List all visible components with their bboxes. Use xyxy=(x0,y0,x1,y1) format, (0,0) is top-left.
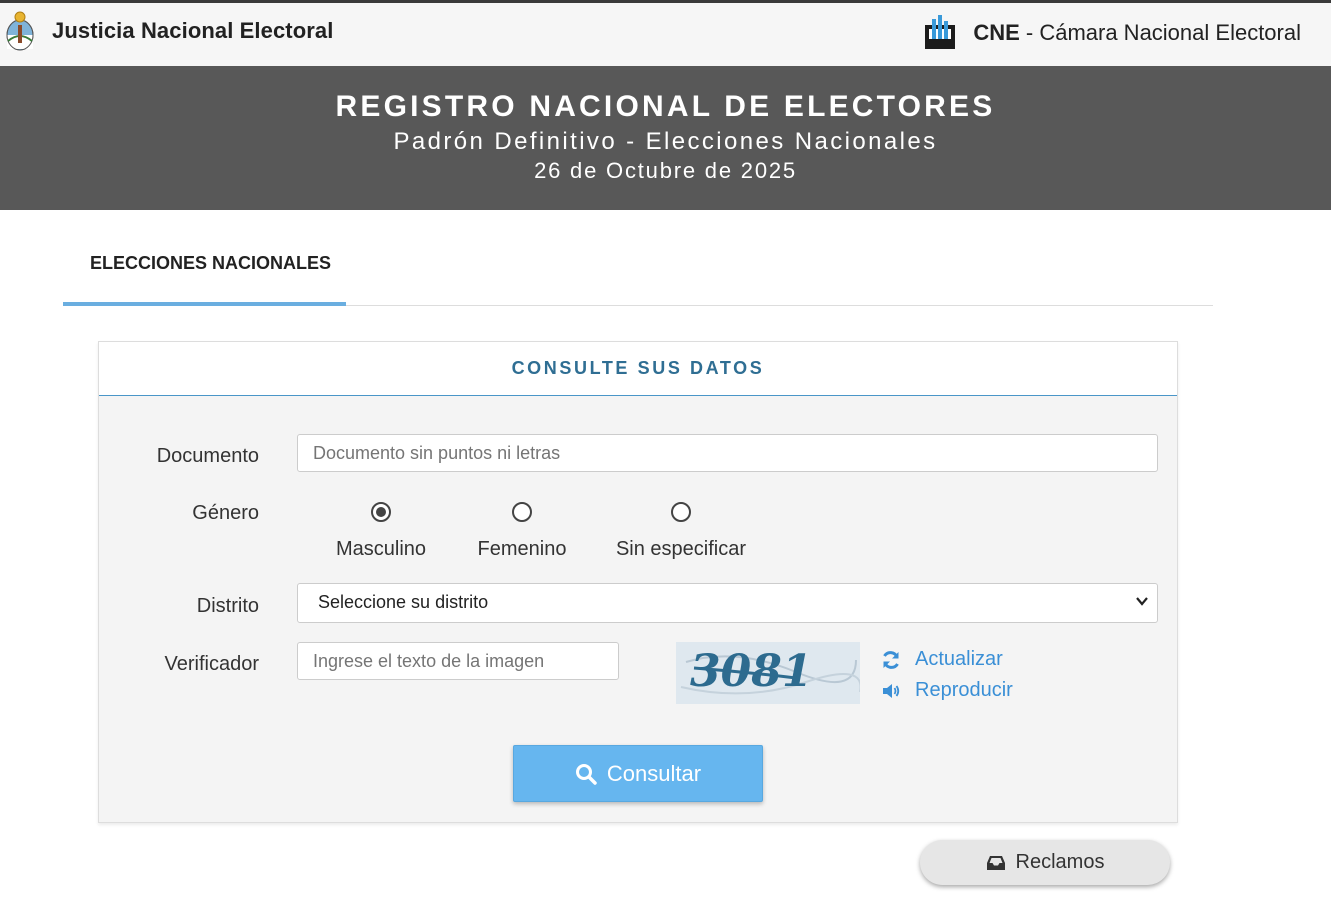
cne-brand[interactable]: CNE - Cámara Nacional Electoral xyxy=(923,15,1301,51)
chevron-down-icon xyxy=(1136,597,1148,606)
radio-label-femenino: Femenino xyxy=(477,538,567,560)
form-heading: CONSULTE SUS DATOS xyxy=(511,358,765,378)
tab-bar: ELECCIONES NACIONALES xyxy=(63,228,1213,306)
radio-label-masculino: Masculino xyxy=(335,538,427,560)
radio-sin-especificar[interactable] xyxy=(671,502,691,522)
reclamos-label: Reclamos xyxy=(1015,851,1105,873)
cne-acronym: CNE xyxy=(973,20,1020,45)
captcha-actions: Actualizar Reproducir xyxy=(881,648,1013,710)
radio-femenino[interactable] xyxy=(512,502,532,522)
banner-subtitle: Padrón Definitivo - Elecciones Nacionale… xyxy=(393,128,938,155)
tab-elecciones-nacionales[interactable]: ELECCIONES NACIONALES xyxy=(63,228,346,306)
banner-date: 26 de Octubre de 2025 xyxy=(534,158,797,183)
inbox-icon xyxy=(986,855,1005,870)
argentina-seal-icon xyxy=(6,11,34,51)
genero-option-femenino[interactable]: Femenino xyxy=(442,502,602,561)
documento-input[interactable] xyxy=(297,434,1158,472)
distrito-select[interactable]: Seleccione su distrito xyxy=(297,583,1158,623)
reproducir-label: Reproducir xyxy=(915,679,1013,701)
actualizar-link[interactable]: Actualizar xyxy=(881,648,1013,671)
cne-logo-icon xyxy=(925,15,956,49)
refresh-icon xyxy=(883,650,899,669)
consultar-button[interactable]: Consultar xyxy=(513,745,763,802)
title-banner: REGISTRO NACIONAL DE ELECTORES Padrón De… xyxy=(0,66,1331,210)
captcha-glyphs: 3081 xyxy=(690,646,812,697)
tab-label: ELECCIONES NACIONALES xyxy=(90,253,332,273)
consulta-form-card: CONSULTE SUS DATOS Documento Género Masc… xyxy=(98,341,1178,823)
reclamos-button[interactable]: Reclamos xyxy=(920,840,1170,885)
radio-label-sin-especificar: Sin especificar xyxy=(615,538,747,560)
reproducir-link[interactable]: Reproducir xyxy=(881,679,1013,702)
verificador-input[interactable] xyxy=(297,642,619,680)
cne-brand-name: CNE - Cámara Nacional Electoral xyxy=(973,20,1301,46)
search-icon xyxy=(575,763,597,785)
distrito-label: Distrito xyxy=(196,595,259,617)
jne-brand-name: Justicia Nacional Electoral xyxy=(52,18,334,43)
jne-brand[interactable]: Justicia Nacional Electoral xyxy=(4,9,333,53)
cne-full-name: - Cámara Nacional Electoral xyxy=(1019,20,1301,45)
genero-label: Género xyxy=(192,502,259,524)
banner-title: REGISTRO NACIONAL DE ELECTORES xyxy=(335,90,996,123)
captcha-image: 3081 xyxy=(676,642,860,704)
speaker-icon xyxy=(883,683,900,698)
genero-option-sin-especificar[interactable]: Sin especificar xyxy=(601,502,761,561)
genero-option-masculino[interactable]: Masculino xyxy=(301,502,461,561)
form-heading-bar: CONSULTE SUS DATOS xyxy=(99,342,1177,396)
consultar-label: Consultar xyxy=(606,760,702,786)
verificador-label: Verificador xyxy=(164,653,260,675)
distrito-selected-value: Seleccione su distrito xyxy=(318,592,489,612)
actualizar-label: Actualizar xyxy=(915,648,1003,670)
documento-label: Documento xyxy=(156,445,259,467)
top-header: Justicia Nacional Electoral CNE - Cámara… xyxy=(0,0,1331,66)
radio-masculino[interactable] xyxy=(371,502,391,522)
